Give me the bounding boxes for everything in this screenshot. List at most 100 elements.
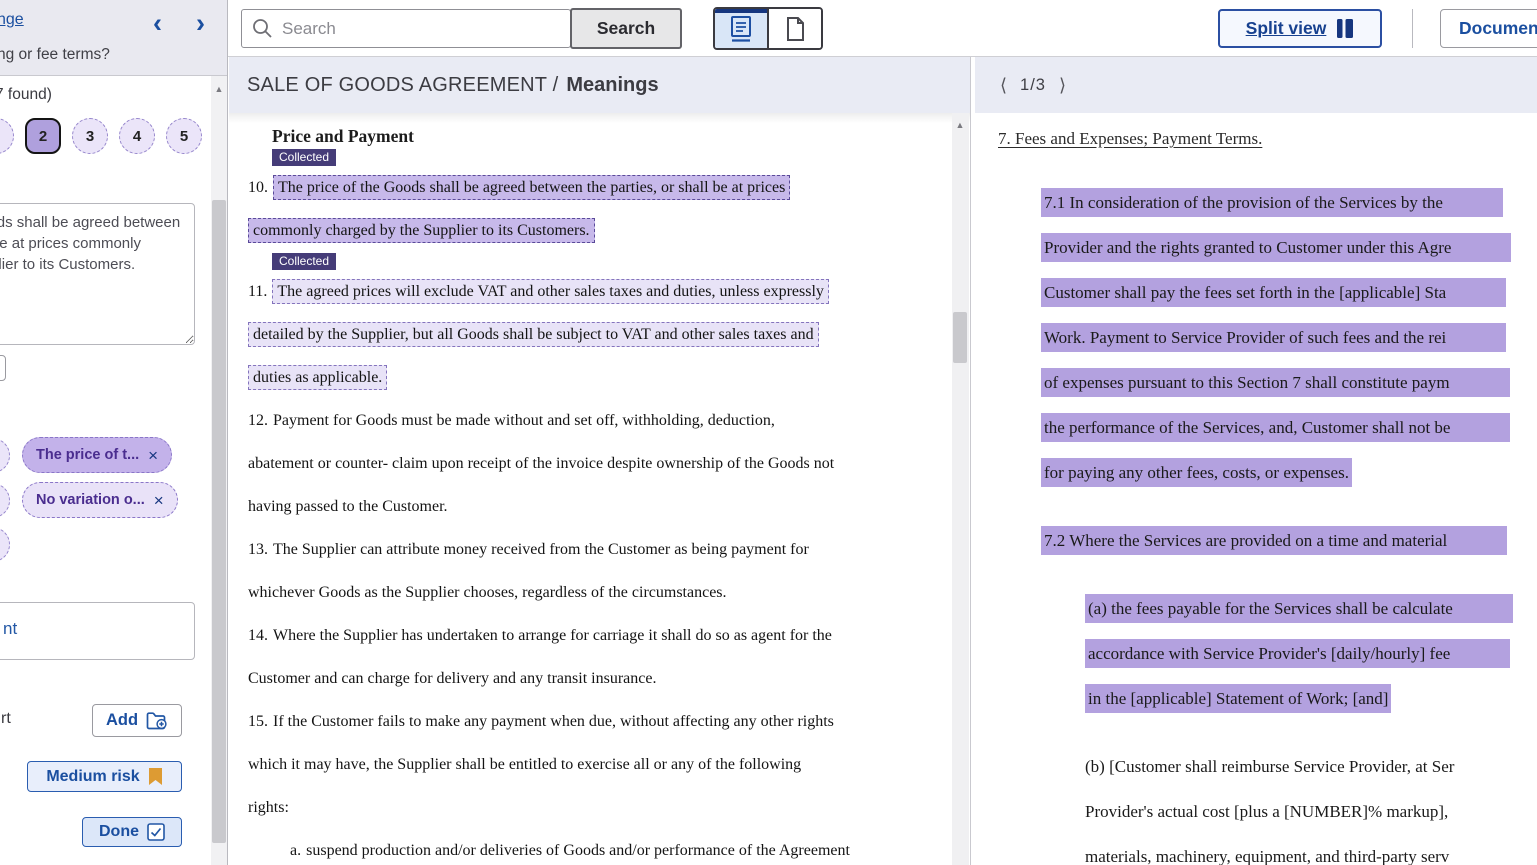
collected-badge: Collected [272, 253, 336, 270]
right-doc-line: Work. Payment to Service Provider of suc… [1041, 315, 1537, 360]
highlighted-clause-text[interactable]: The agreed prices will exclude VAT and o… [272, 279, 829, 304]
page-view-button[interactable] [767, 9, 821, 48]
tag-pill-price[interactable]: The price of t... × [22, 437, 172, 473]
prev-page-icon[interactable]: ⟨ [1000, 75, 1007, 96]
doc-section-heading: Price and Payment [272, 126, 970, 148]
remove-tag-icon[interactable]: × [154, 492, 164, 509]
clause-line: a.suspend production and/or deliveries o… [290, 829, 970, 865]
checkbox-check-icon [147, 823, 165, 841]
sidebar: nge ‹ › ng or fee terms? 7 found) 2 3 4 … [0, 0, 228, 865]
highlighted-clause-text[interactable]: duties as applicable. [248, 365, 387, 390]
document-button[interactable]: Document [1440, 9, 1537, 48]
highlighted-clause-text[interactable]: detailed by the Supplier, but all Goods … [248, 322, 819, 347]
clause-text: abatement or counter- claim upon receipt… [248, 455, 834, 472]
document-scrollbar[interactable]: ▲ [952, 113, 969, 865]
comment-link[interactable]: nt [3, 619, 17, 639]
search-input[interactable] [282, 19, 560, 39]
page-circle-2[interactable]: 2 [25, 118, 61, 154]
clause-text: The Supplier can attribute money receive… [273, 541, 809, 558]
paragraph-text: Provider's actual cost [plus a [NUMBER]%… [1085, 802, 1448, 821]
clipped-control-stub[interactable] [0, 355, 6, 381]
sidebar-scrollbar[interactable]: ▲ [211, 76, 227, 865]
highlighted-text[interactable]: for paying any other fees, costs, or exp… [1041, 458, 1352, 487]
tag-pill-no-variation[interactable]: No variation o... × [22, 482, 178, 518]
next-question-arrow-icon[interactable]: › [196, 8, 205, 38]
clause-number: a. [290, 842, 301, 859]
clause-excerpt-textarea[interactable] [0, 203, 195, 345]
text-view-button[interactable] [715, 9, 767, 48]
change-link[interactable]: nge [0, 11, 24, 29]
right-doc-line: 7.1 In consideration of the provision of… [1041, 180, 1537, 225]
right-doc-paragraph: (a) the fees payable for the Services sh… [1085, 586, 1537, 721]
clause-text: If the Customer fails to make any paymen… [273, 713, 834, 730]
comment-box[interactable]: nt [0, 602, 195, 660]
highlighted-text[interactable]: Customer shall pay the fees set forth in… [1041, 278, 1506, 307]
clipped-label: rt [1, 710, 11, 728]
highlighted-text[interactable]: 7.1 In consideration of the provision of… [1041, 188, 1503, 217]
split-view-button[interactable]: Split view [1218, 9, 1382, 48]
document-scroll-thumb[interactable] [953, 312, 967, 363]
clause-line: whichever Goods as the Supplier chooses,… [248, 571, 970, 614]
right-doc-line: 7.2 Where the Services are provided on a… [1041, 518, 1537, 563]
scroll-up-icon[interactable]: ▲ [211, 84, 227, 94]
right-doc-blocks: 7.1 In consideration of the provision of… [975, 180, 1537, 865]
clause-number: 14. [248, 627, 268, 644]
clause-line: rights: [248, 786, 970, 829]
medium-risk-button[interactable]: Medium risk [27, 761, 182, 792]
highlighted-clause-text[interactable]: The price of the Goods shall be agreed b… [273, 175, 790, 200]
tag-pill-partial[interactable] [0, 527, 10, 562]
clause-number: 10. [248, 179, 268, 196]
clause-number: 15. [248, 713, 268, 730]
tag-pill-partial[interactable] [0, 483, 10, 518]
highlighted-text[interactable]: 7.2 Where the Services are provided on a… [1041, 526, 1507, 555]
scroll-up-icon[interactable]: ▲ [952, 120, 968, 130]
tag-pill-partial[interactable] [0, 438, 10, 473]
highlighted-text[interactable]: the performance of the Services, and, Cu… [1041, 413, 1510, 442]
highlighted-text[interactable]: Provider and the rights granted to Custo… [1041, 233, 1511, 262]
top-toolbar: Search Split view [228, 0, 1537, 57]
right-doc-paragraph: 7.2 Where the Services are provided on a… [1041, 518, 1537, 563]
clause-text: Where the Supplier has undertaken to arr… [273, 627, 832, 644]
toolbar-divider [1412, 9, 1413, 48]
paragraph-text: materials, machinery, equipment, and thi… [1085, 847, 1449, 865]
right-panel-header: ⟨ 1/3 ⟩ [975, 57, 1537, 113]
tag-row [0, 527, 10, 562]
split-view-label: Split view [1246, 18, 1327, 39]
clause-number: 13. [248, 541, 268, 558]
clause-line: commonly charged by the Supplier to its … [248, 209, 970, 252]
center-document-title-bar: SALE OF GOODS AGREEMENT / Meanings [229, 57, 970, 113]
highlighted-clause-text[interactable]: commonly charged by the Supplier to its … [248, 218, 595, 243]
badge-row: Collected [272, 252, 970, 270]
clause-text: Payment for Goods must be made without a… [273, 412, 775, 429]
panel-divider [970, 57, 971, 865]
add-button[interactable]: Add [92, 704, 182, 737]
clause-number: 12. [248, 412, 268, 429]
page-circle-5[interactable]: 5 [166, 118, 202, 154]
prev-question-arrow-icon[interactable]: ‹ [153, 8, 162, 38]
right-doc-line: the performance of the Services, and, Cu… [1041, 405, 1537, 450]
right-doc-line: in the [applicable] Statement of Work; [… [1085, 676, 1537, 721]
sidebar-header: nge ‹ › ng or fee terms? [0, 0, 227, 76]
remove-tag-icon[interactable]: × [148, 447, 158, 464]
section-title: Meanings [566, 74, 658, 97]
highlighted-text[interactable]: Work. Payment to Service Provider of suc… [1041, 323, 1506, 352]
highlighted-text[interactable]: accordance with Service Provider's [dail… [1085, 639, 1510, 668]
clause-line: 12. Payment for Goods must be made withou… [248, 399, 970, 442]
right-doc-line: materials, machinery, equipment, and thi… [1085, 834, 1537, 865]
right-doc-line: (a) the fees payable for the Services sh… [1085, 586, 1537, 631]
clause-text: which it may have, the Supplier shall be… [248, 756, 801, 773]
page-circle-3[interactable]: 3 [72, 118, 108, 154]
right-doc-line: accordance with Service Provider's [dail… [1085, 631, 1537, 676]
page-circle-4[interactable]: 4 [119, 118, 155, 154]
highlighted-text[interactable]: in the [applicable] Statement of Work; [… [1085, 684, 1391, 713]
search-button[interactable]: Search [570, 8, 682, 49]
tag-label: The price of t... [36, 447, 139, 463]
done-button[interactable]: Done [82, 817, 182, 847]
page-circle-partial[interactable] [0, 118, 14, 154]
search-box[interactable] [241, 9, 571, 48]
highlighted-text[interactable]: (a) the fees payable for the Services sh… [1085, 594, 1513, 623]
clause-list: Collected 10. The price of the Goods shall… [248, 148, 970, 865]
next-page-icon[interactable]: ⟩ [1059, 75, 1066, 96]
highlighted-text[interactable]: of expenses pursuant to this Section 7 s… [1041, 368, 1510, 397]
sidebar-scroll-thumb[interactable] [212, 200, 226, 843]
